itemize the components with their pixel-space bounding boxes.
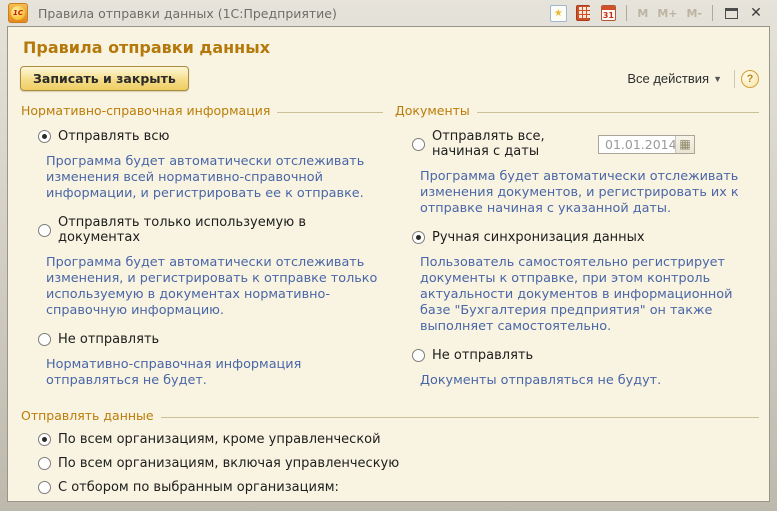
calculator-icon xyxy=(576,5,590,21)
group-nsi-title: Нормативно-справочная информация xyxy=(21,103,270,118)
nsi-option-description: Программа будет автоматически отслеживат… xyxy=(46,154,383,202)
titlebar: 1С Правила отправки данных (1С:Предприят… xyxy=(7,0,770,26)
chevron-down-icon: ▼ xyxy=(713,74,722,84)
radio-nsi-send-used-only[interactable]: Отправлять только используемую в докумен… xyxy=(38,215,383,245)
radio-label[interactable]: Отправлять всю xyxy=(58,129,169,144)
nsi-option-description: Нормативно-справочная информация отправл… xyxy=(46,357,383,389)
star-document-icon: ★ xyxy=(550,5,567,22)
radio-label[interactable]: Отправлять только используемую в докумен… xyxy=(58,215,383,245)
titlebar-separator xyxy=(626,5,627,21)
titlebar-buttons: ★ 31 М М+ М- ✕ xyxy=(548,4,768,23)
help-button[interactable]: ? xyxy=(741,70,759,88)
two-column-area: Нормативно-справочная информация Отправл… xyxy=(21,99,759,404)
memory-button-m-plus[interactable]: М+ xyxy=(655,7,679,20)
group-rule xyxy=(477,112,759,113)
calendar-icon: 31 xyxy=(601,5,616,21)
group-send-data: Отправлять данные По всем организациям, … xyxy=(21,408,759,502)
radio-label[interactable]: Не отправлять xyxy=(58,332,159,347)
favorites-button[interactable]: ★ xyxy=(548,4,568,23)
radio-label[interactable]: По всем организациям, включая управленче… xyxy=(58,456,399,471)
radio-nsi-do-not-send[interactable]: Не отправлять xyxy=(38,332,383,347)
window-title: Правила отправки данных (1С:Предприятие) xyxy=(34,6,542,21)
docs-option-description: Программа будет автоматически отслеживат… xyxy=(420,169,759,217)
memory-button-m[interactable]: М xyxy=(635,7,650,20)
save-and-close-button[interactable]: Записать и закрыть xyxy=(20,66,189,91)
radio-icon[interactable] xyxy=(38,130,51,143)
1c-app-icon: 1С xyxy=(8,3,28,23)
radio-icon[interactable] xyxy=(412,231,425,244)
radio-label[interactable]: По всем организациям, кроме управленческ… xyxy=(58,432,381,447)
form-content: Правила отправки данных Записать и закры… xyxy=(7,26,770,502)
command-bar-separator xyxy=(734,70,735,88)
group-nsi: Нормативно-справочная информация Отправл… xyxy=(21,99,383,402)
radio-selected-orgs-filter[interactable]: С отбором по выбранным организациям: xyxy=(38,480,759,495)
radio-icon[interactable] xyxy=(38,333,51,346)
maximize-icon xyxy=(725,8,738,19)
radio-docs-do-not-send[interactable]: Не отправлять xyxy=(412,348,759,363)
radio-label[interactable]: С отбором по выбранным организациям: xyxy=(58,480,339,495)
group-rule xyxy=(277,112,383,113)
close-button[interactable]: ✕ xyxy=(746,4,766,23)
group-rule xyxy=(161,417,759,418)
radio-docs-manual-sync[interactable]: Ручная синхронизация данных xyxy=(412,230,759,245)
group-documents-header: Документы xyxy=(395,103,759,118)
start-date-value[interactable]: 01.01.2014 xyxy=(599,137,675,152)
group-documents-title: Документы xyxy=(395,103,470,118)
radio-icon[interactable] xyxy=(412,138,425,151)
group-send-data-header: Отправлять данные xyxy=(21,408,759,423)
calendar-button[interactable]: 31 xyxy=(598,4,618,23)
radio-docs-send-all-from-date[interactable]: Отправлять все, начиная с даты 01.01.201… xyxy=(412,129,759,159)
memory-button-m-minus[interactable]: М- xyxy=(684,7,704,20)
radio-all-orgs-except-managerial[interactable]: По всем организациям, кроме управленческ… xyxy=(38,432,759,447)
group-documents: Документы Отправлять все, начиная с даты… xyxy=(395,99,759,402)
radio-label[interactable]: Ручная синхронизация данных xyxy=(432,230,645,245)
page-title: Правила отправки данных xyxy=(23,38,763,57)
group-send-data-title: Отправлять данные xyxy=(21,408,154,423)
titlebar-separator xyxy=(712,5,713,21)
maximize-button[interactable] xyxy=(721,4,741,23)
radio-icon[interactable] xyxy=(38,433,51,446)
group-nsi-header: Нормативно-справочная информация xyxy=(21,103,383,118)
all-actions-label: Все действия xyxy=(627,71,709,86)
radio-label[interactable]: Отправлять все, начиная с даты xyxy=(432,129,591,159)
radio-icon[interactable] xyxy=(412,349,425,362)
nsi-option-description: Программа будет автоматически отслеживат… xyxy=(46,255,383,319)
radio-nsi-send-all[interactable]: Отправлять всю xyxy=(38,129,383,144)
docs-option-description: Документы отправляться не будут. xyxy=(420,373,759,389)
command-bar: Записать и закрыть Все действия ▼ ? xyxy=(20,66,759,91)
radio-label[interactable]: Не отправлять xyxy=(432,348,533,363)
radio-icon[interactable] xyxy=(38,224,51,237)
date-picker-icon[interactable]: ▦ xyxy=(675,136,694,153)
start-date-field[interactable]: 01.01.2014 ▦ xyxy=(598,135,695,154)
docs-option-description: Пользователь самостоятельно регистрирует… xyxy=(420,255,759,335)
all-actions-button[interactable]: Все действия ▼ xyxy=(621,69,728,88)
calculator-button[interactable] xyxy=(573,4,593,23)
radio-icon[interactable] xyxy=(38,457,51,470)
app-window: 1С Правила отправки данных (1С:Предприят… xyxy=(0,0,777,511)
radio-all-orgs-including-managerial[interactable]: По всем организациям, включая управленче… xyxy=(38,456,759,471)
close-icon: ✕ xyxy=(750,6,762,20)
1c-logo-icon: 1С xyxy=(11,6,25,20)
radio-icon[interactable] xyxy=(38,481,51,494)
